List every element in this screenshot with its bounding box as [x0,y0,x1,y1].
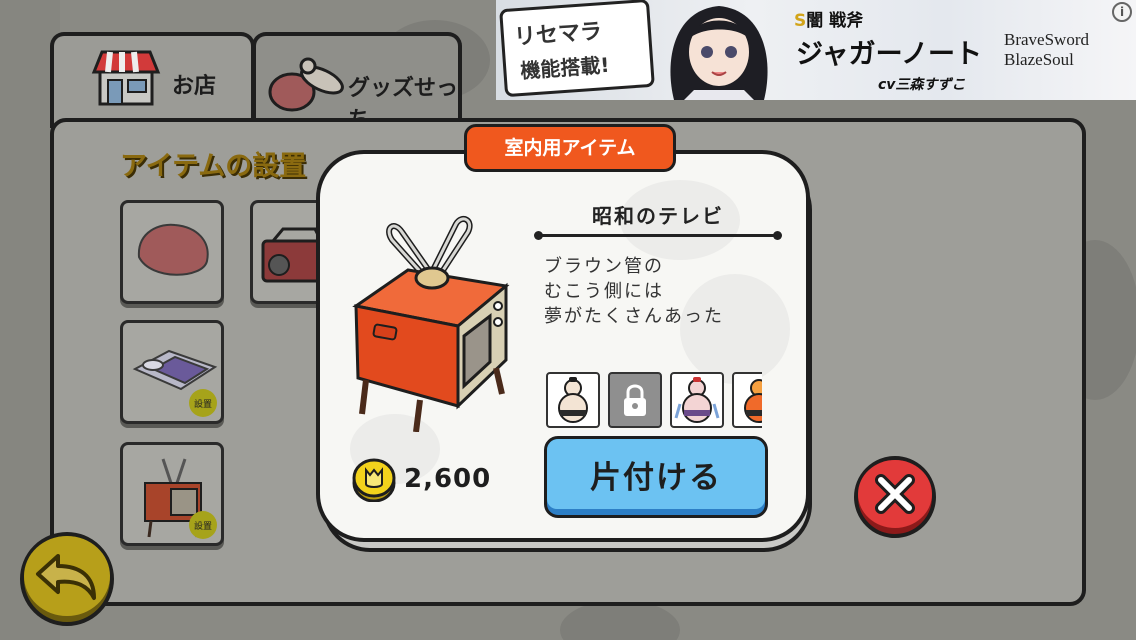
item-slot-cushion[interactable] [120,200,224,304]
tab-goods[interactable]: グッズせっち [252,32,462,133]
ad-subtitle-text: 闇 戦斧 [806,11,864,31]
item-slot-tv[interactable]: 設置 [120,442,224,546]
item-name-underline [534,231,782,240]
character-thumb-locked[interactable] [608,372,662,428]
sumo-character-icon [674,377,720,423]
back-button[interactable] [20,532,114,626]
ad-info-icon[interactable]: i [1112,2,1132,22]
tab-shop-label: お店 [172,74,217,99]
item-description-line: ブラウン管の [544,256,664,277]
background-blob [560,600,680,640]
placed-badge: 設置 [189,389,217,417]
sumo-character-icon [558,377,588,423]
shop-icon [91,50,161,106]
item-slot-futon[interactable]: 設置 [120,320,224,424]
put-away-button[interactable]: 片付ける [544,436,768,518]
back-button-face [24,536,110,616]
character-thumb[interactable] [732,372,762,428]
ad-character-illustration [670,6,768,100]
item-description-line: 夢がたくさんあった [544,306,724,327]
ad-subtitle-rank: S [794,11,807,31]
ad-logo-line1: BraveSword [1004,30,1089,49]
ad-logo-line2: BlazeSoul [1004,50,1074,69]
placed-badge: 設置 [189,511,217,539]
cushion-icon [137,223,209,276]
ad-voice-actor: cv三森すずこ [878,77,966,93]
ad-bubble-line2: 機能搭載! [519,52,611,83]
tab-shop[interactable]: お店 [50,32,255,128]
ad-banner[interactable]: リセマラ 機能搭載! S闇 戦斧 ジャガーノート cv三森すずこ BraveSw… [496,0,1136,100]
ad-character-name: ジャガーノート [796,39,983,70]
sumo-character-icon [744,379,762,423]
coin-icon [352,458,396,502]
item-description-line: むこう側には [544,281,664,302]
panel-title: アイテムの設置 [120,151,307,182]
ad-speech-bubble: リセマラ 機能搭載! [499,0,655,98]
lock-icon [624,384,646,416]
close-button[interactable] [854,456,936,538]
close-icon [875,474,915,514]
put-away-button-label: 片付ける [547,439,765,509]
ad-subtitle: S闇 戦斧 [794,6,863,31]
compatible-characters [546,372,762,430]
item-price: 2,600 [404,464,492,494]
character-thumb[interactable] [546,372,600,428]
showa-tv-icon [352,215,510,432]
dialog-spot [680,274,790,384]
item-name: 昭和のテレビ [592,204,724,228]
category-label: 室内用アイテム [464,124,676,172]
sumo-icon [268,57,344,112]
character-thumb[interactable] [670,372,724,428]
ad-bubble-line1: リセマラ [513,19,603,51]
back-arrow-icon [36,554,96,600]
close-button-face [858,460,932,528]
